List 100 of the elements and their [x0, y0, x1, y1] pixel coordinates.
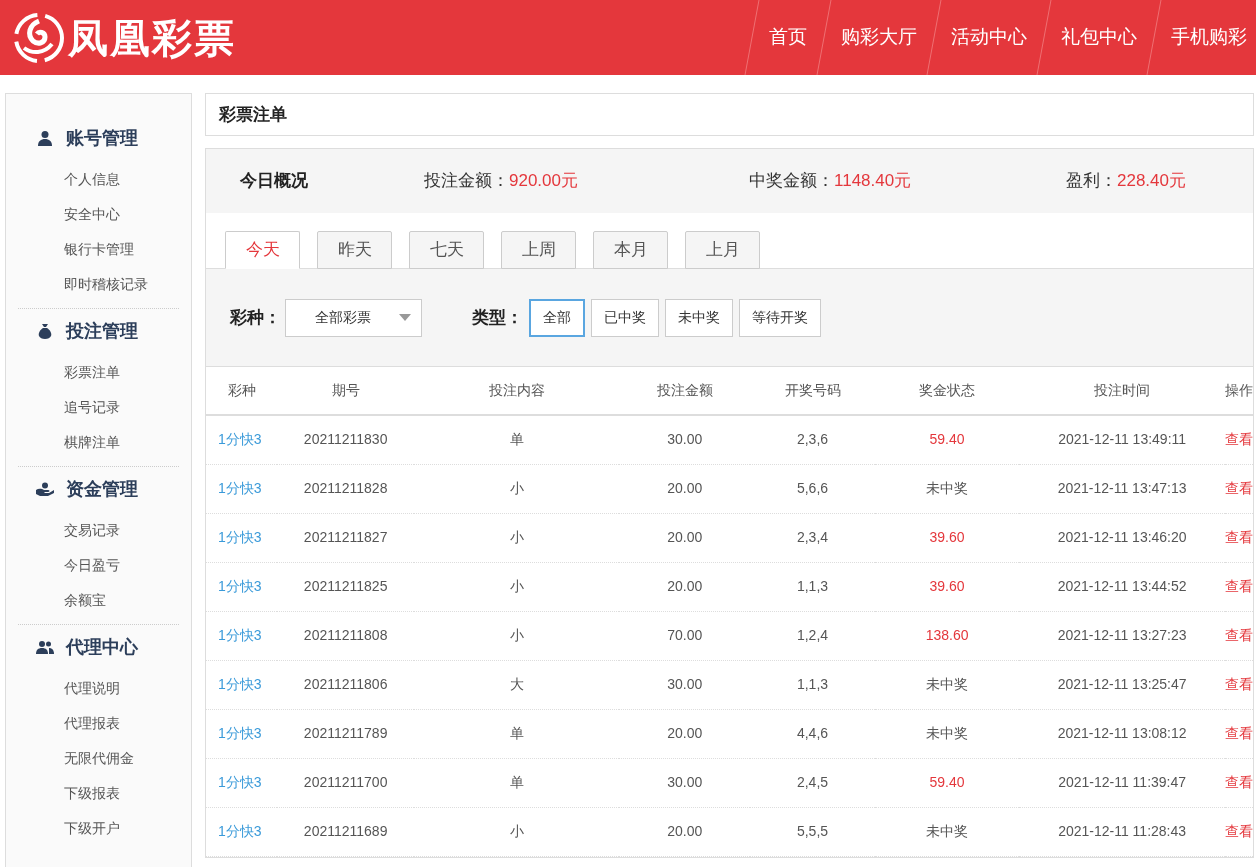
- type-filter-button[interactable]: 未中奖: [665, 298, 733, 337]
- sidebar-item[interactable]: 彩票注单: [64, 355, 179, 390]
- nav-divider-icon: [816, 0, 832, 75]
- type-filter-button[interactable]: 全部: [529, 298, 585, 337]
- table-cell: 39.60: [874, 562, 1020, 611]
- table-cell: 70.00: [619, 611, 751, 660]
- date-tab[interactable]: 上周: [501, 231, 576, 269]
- date-tab[interactable]: 昨天: [317, 231, 392, 269]
- table-cell: 2021-12-11 11:28:43: [1019, 807, 1225, 856]
- stat-value: 1148.40元: [834, 170, 912, 193]
- table-cell: 20211211689: [277, 807, 415, 856]
- sidebar-item[interactable]: 个人信息: [64, 162, 179, 197]
- sidebar-item[interactable]: 余额宝: [64, 583, 179, 618]
- table-cell: 30.00: [619, 758, 751, 807]
- view-link[interactable]: 查看: [1225, 676, 1253, 692]
- table-cell: 20.00: [619, 709, 751, 758]
- table-cell: 2021-12-11 13:27:23: [1019, 611, 1225, 660]
- filter-label: 类型：: [472, 306, 523, 329]
- summary-title: 今日概况: [240, 170, 309, 193]
- column-header: 期号: [277, 367, 415, 415]
- view-link[interactable]: 查看: [1225, 774, 1253, 790]
- sidebar-item[interactable]: 交易记录: [64, 513, 179, 548]
- table-cell: 小: [414, 562, 620, 611]
- table-cell: 2021-12-11 13:49:11: [1019, 415, 1225, 464]
- table-cell: 20211211830: [277, 415, 415, 464]
- column-header: 奖金状态: [874, 367, 1020, 415]
- column-header: 开奖号码: [750, 367, 875, 415]
- nav-link[interactable]: 手机购彩: [1162, 23, 1256, 52]
- table-cell: 2021-12-11 13:25:47: [1019, 660, 1225, 709]
- table-cell: 59.40: [874, 415, 1020, 464]
- table-cell: 20211211827: [277, 513, 415, 562]
- view-link[interactable]: 查看: [1225, 431, 1253, 448]
- column-header: 投注时间: [1019, 367, 1225, 415]
- logo-icon: [14, 12, 64, 63]
- table-cell: 单: [414, 709, 620, 758]
- sidebar-item[interactable]: 银行卡管理: [64, 232, 179, 267]
- date-tab[interactable]: 七天: [409, 231, 484, 269]
- table-cell: 20211211825: [277, 562, 415, 611]
- table-cell: 1,2,4: [750, 611, 875, 660]
- table-cell: 20211211828: [277, 464, 415, 513]
- lottery-dropdown[interactable]: 全部彩票: [285, 298, 422, 337]
- table-cell: 5,6,6: [750, 464, 875, 513]
- nav-link[interactable]: 购彩大厅: [832, 23, 926, 52]
- nav-divider-icon: [744, 0, 760, 75]
- view-link[interactable]: 查看: [1225, 578, 1253, 594]
- table-cell: 20.00: [619, 807, 751, 856]
- column-header: 投注金额: [619, 367, 751, 415]
- table-cell: 2021-12-11 13:44:52: [1019, 562, 1225, 611]
- sidebar-item[interactable]: 棋牌注单: [64, 425, 179, 460]
- nav-divider-icon: [1146, 0, 1162, 75]
- table-cell: 2021-12-11 13:46:20: [1019, 513, 1225, 562]
- logo-text: 凤凰彩票: [68, 17, 236, 58]
- users-icon: [36, 640, 54, 654]
- section-heading: 投注管理: [66, 319, 138, 343]
- page-title: 彩票注单: [219, 103, 287, 126]
- view-link[interactable]: 查看: [1225, 627, 1253, 643]
- nav-link[interactable]: 首页: [760, 23, 816, 52]
- sidebar-item[interactable]: 今日盈亏: [64, 548, 179, 583]
- table-cell: 1,1,3: [750, 660, 875, 709]
- date-tab[interactable]: 今天: [225, 231, 300, 269]
- view-link[interactable]: 查看: [1225, 480, 1253, 496]
- nav-divider-icon: [1036, 0, 1052, 75]
- table-cell: 小: [414, 807, 620, 856]
- table-cell: 1,1,3: [750, 562, 875, 611]
- date-tab[interactable]: 本月: [593, 231, 668, 269]
- sidebar-item[interactable]: 下级报表: [64, 776, 179, 811]
- table-cell: 未中奖: [874, 709, 1020, 758]
- table-cell: 59.40: [874, 758, 1020, 807]
- sidebar-item[interactable]: 无限代佣金: [64, 741, 179, 776]
- type-filter-button[interactable]: 已中奖: [591, 298, 659, 337]
- table-cell: 单: [414, 758, 620, 807]
- table-cell: 20.00: [619, 464, 751, 513]
- stat-label: 中奖金额：: [749, 170, 834, 193]
- date-tab[interactable]: 上月: [685, 231, 760, 269]
- nav-link[interactable]: 活动中心: [942, 23, 1036, 52]
- nav-divider-icon: [926, 0, 942, 75]
- column-header: 操作: [1225, 367, 1253, 415]
- stat-value: 920.00元: [509, 170, 578, 193]
- table-cell: 30.00: [619, 660, 751, 709]
- sidebar-item[interactable]: 追号记录: [64, 390, 179, 425]
- sidebar-item[interactable]: 下级开户: [64, 811, 179, 846]
- sidebar-item[interactable]: 即时稽核记录: [64, 267, 179, 302]
- view-link[interactable]: 查看: [1225, 529, 1253, 545]
- table-cell: 小: [414, 611, 620, 660]
- view-link[interactable]: 查看: [1225, 823, 1253, 839]
- view-link[interactable]: 查看: [1225, 725, 1253, 741]
- money-bag-icon: [37, 323, 53, 339]
- section-heading: 账号管理: [66, 126, 138, 150]
- table-cell: 未中奖: [874, 660, 1020, 709]
- section-heading: 代理中心: [66, 635, 138, 659]
- table-cell: 20211211806: [277, 660, 415, 709]
- sidebar-item[interactable]: 代理报表: [64, 706, 179, 741]
- sidebar-item[interactable]: 安全中心: [64, 197, 179, 232]
- table-cell: 5,5,5: [750, 807, 875, 856]
- table-cell: 30.00: [619, 415, 751, 464]
- type-filter-button[interactable]: 等待开奖: [739, 298, 821, 337]
- table-cell: 138.60: [874, 611, 1020, 660]
- nav-link[interactable]: 礼包中心: [1052, 23, 1146, 52]
- table-cell: 39.60: [874, 513, 1020, 562]
- sidebar-item[interactable]: 代理说明: [64, 671, 179, 706]
